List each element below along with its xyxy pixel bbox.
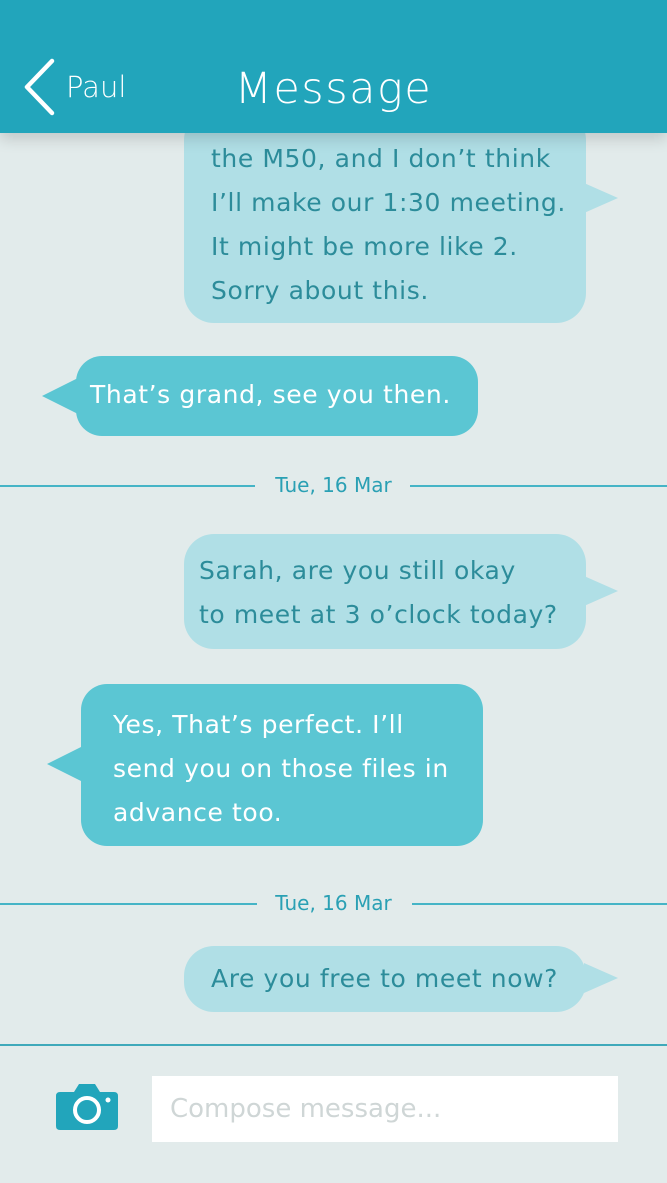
message-line: to meet at 3 o’clock today? bbox=[199, 600, 558, 629]
compose-input[interactable] bbox=[152, 1076, 618, 1142]
message-line: That’s grand, see you then. bbox=[90, 380, 451, 409]
app-header: Paul Message bbox=[0, 0, 667, 133]
camera-icon[interactable] bbox=[56, 1082, 118, 1130]
page-title: Message bbox=[234, 64, 433, 114]
message-bubble-outgoing[interactable]: the M50, and I don’t think I’ll make our… bbox=[184, 110, 618, 323]
message-bubble-incoming[interactable]: Yes, That’s perfect. I’ll send you on th… bbox=[47, 684, 483, 846]
date-separator: Tue, 16 Mar bbox=[0, 888, 667, 918]
message-line: Are you free to meet now? bbox=[211, 964, 559, 993]
message-bubble-outgoing[interactable]: Are you free to meet now? bbox=[184, 946, 618, 1012]
date-separator: Tue, 16 Mar bbox=[0, 470, 667, 500]
message-line: the M50, and I don’t think bbox=[211, 144, 551, 173]
message-line: send you on those files in bbox=[113, 754, 449, 783]
message-line: advance too. bbox=[113, 798, 283, 827]
separator-line bbox=[410, 485, 667, 487]
message-bubble-incoming[interactable]: That’s grand, see you then. bbox=[42, 356, 478, 436]
message-line: I’ll make our 1:30 meeting. bbox=[211, 188, 566, 217]
message-thread[interactable]: the M50, and I don’t think I’ll make our… bbox=[0, 0, 667, 1045]
message-line: Sarah, are you still okay bbox=[199, 556, 516, 585]
message-line: It might be more like 2. bbox=[211, 232, 518, 261]
message-line: Yes, That’s perfect. I’ll bbox=[113, 710, 404, 739]
separator-line bbox=[412, 903, 667, 905]
message-bubble-outgoing[interactable]: Sarah, are you still okay to meet at 3 o… bbox=[184, 534, 618, 649]
message-line: Sorry about this. bbox=[211, 276, 429, 305]
composer-divider bbox=[0, 1044, 667, 1046]
